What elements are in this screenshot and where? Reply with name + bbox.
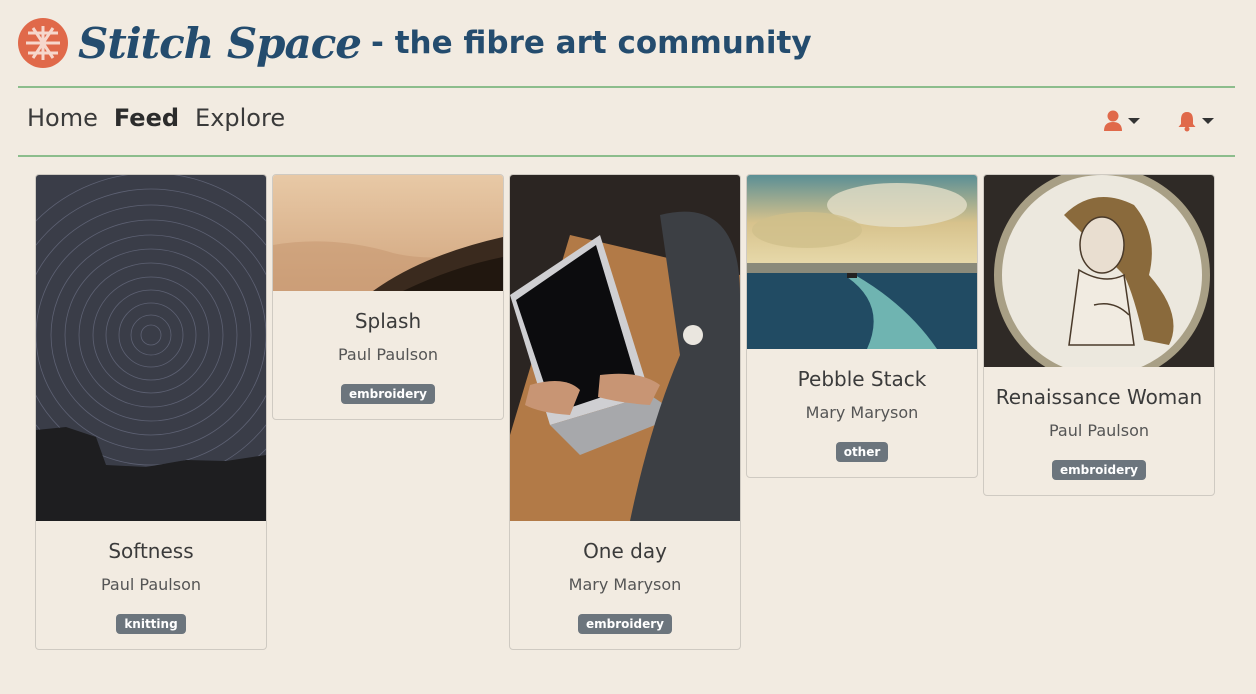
post-title[interactable]: Splash — [273, 309, 503, 333]
tag-badge[interactable]: other — [835, 442, 889, 462]
logo-icon[interactable] — [18, 18, 68, 68]
post-image[interactable] — [510, 175, 740, 521]
user-menu-toggle[interactable] — [1103, 110, 1140, 132]
post-author[interactable]: Mary Maryson — [510, 575, 740, 594]
chevron-down-icon — [1128, 118, 1140, 124]
post-author[interactable]: Paul Paulson — [273, 345, 503, 364]
nav-feed[interactable]: Feed — [114, 104, 179, 132]
chevron-down-icon — [1202, 118, 1214, 124]
post-image[interactable] — [273, 175, 503, 291]
bell-icon — [1178, 112, 1196, 132]
nav-explore[interactable]: Explore — [195, 104, 285, 132]
post-image[interactable] — [984, 175, 1214, 367]
post-card[interactable]: Renaissance Woman Paul Paulson embroider… — [983, 174, 1215, 496]
post-title[interactable]: Pebble Stack — [747, 367, 977, 391]
site-tagline: - the fibre art community — [371, 25, 812, 61]
tag-badge[interactable]: embroidery — [578, 614, 672, 634]
post-card[interactable]: Splash Paul Paulson embroidery — [272, 174, 504, 420]
divider — [18, 155, 1235, 157]
post-author[interactable]: Paul Paulson — [984, 421, 1214, 440]
nav-home[interactable]: Home — [27, 104, 98, 132]
tag-badge[interactable]: embroidery — [1052, 460, 1146, 480]
main-nav: Home Feed Explore — [27, 104, 285, 132]
notifications-toggle[interactable] — [1177, 110, 1214, 132]
post-image[interactable] — [747, 175, 977, 349]
post-card[interactable]: One day Mary Maryson embroidery — [509, 174, 741, 650]
user-icon — [1104, 110, 1122, 131]
tag-badge[interactable]: embroidery — [341, 384, 435, 404]
post-card[interactable]: Pebble Stack Mary Maryson other — [746, 174, 978, 478]
post-title[interactable]: One day — [510, 539, 740, 563]
post-image[interactable] — [36, 175, 266, 521]
divider — [18, 86, 1235, 88]
site-header: Stitch Space - the fibre art community — [18, 12, 812, 74]
post-title[interactable]: Renaissance Woman — [984, 385, 1214, 409]
post-card[interactable]: Softness Paul Paulson knitting — [35, 174, 267, 650]
tag-badge[interactable]: knitting — [116, 614, 186, 634]
post-author[interactable]: Mary Maryson — [747, 403, 977, 422]
post-author[interactable]: Paul Paulson — [36, 575, 266, 594]
brand-name[interactable]: Stitch Space — [78, 19, 362, 68]
post-title[interactable]: Softness — [36, 539, 266, 563]
